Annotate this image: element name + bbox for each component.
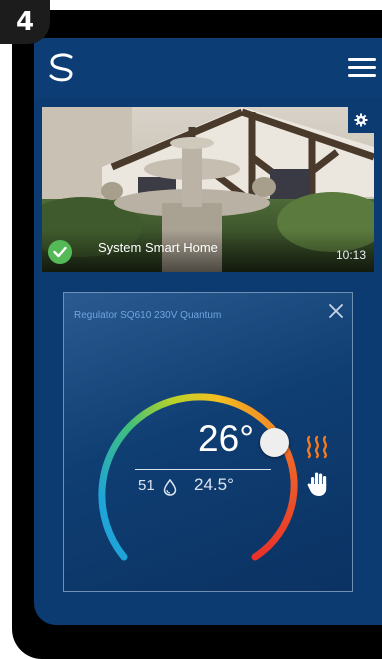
humidity-drop-icon: [163, 479, 177, 496]
thermostat-card[interactable]: Regulator SQ610 230V Quantum 26° 51 24.5…: [63, 292, 353, 592]
home-card[interactable]: System Smart Home 10:13: [42, 107, 374, 272]
app-screen: System Smart Home 10:13 Regulator SQ610 …: [34, 38, 382, 625]
humidity-value: 51: [138, 477, 155, 494]
temperature-divider: [135, 469, 271, 470]
home-time: 10:13: [335, 248, 366, 262]
home-name: System Smart Home: [98, 240, 218, 255]
step-number-badge: 4: [0, 0, 50, 44]
app-header: [34, 38, 382, 98]
check-circle-icon: [48, 240, 72, 264]
room-temperature: 24.5°: [194, 475, 234, 494]
gear-icon[interactable]: [348, 107, 374, 133]
set-temperature: 26°: [198, 418, 254, 459]
step-number: 4: [15, 7, 35, 37]
hamburger-menu-icon[interactable]: [348, 58, 376, 78]
heating-icon: [306, 435, 328, 459]
syxthsense-logo-icon[interactable]: [46, 52, 78, 82]
manual-mode-icon[interactable]: [307, 471, 329, 497]
temperature-knob[interactable]: [260, 428, 289, 457]
